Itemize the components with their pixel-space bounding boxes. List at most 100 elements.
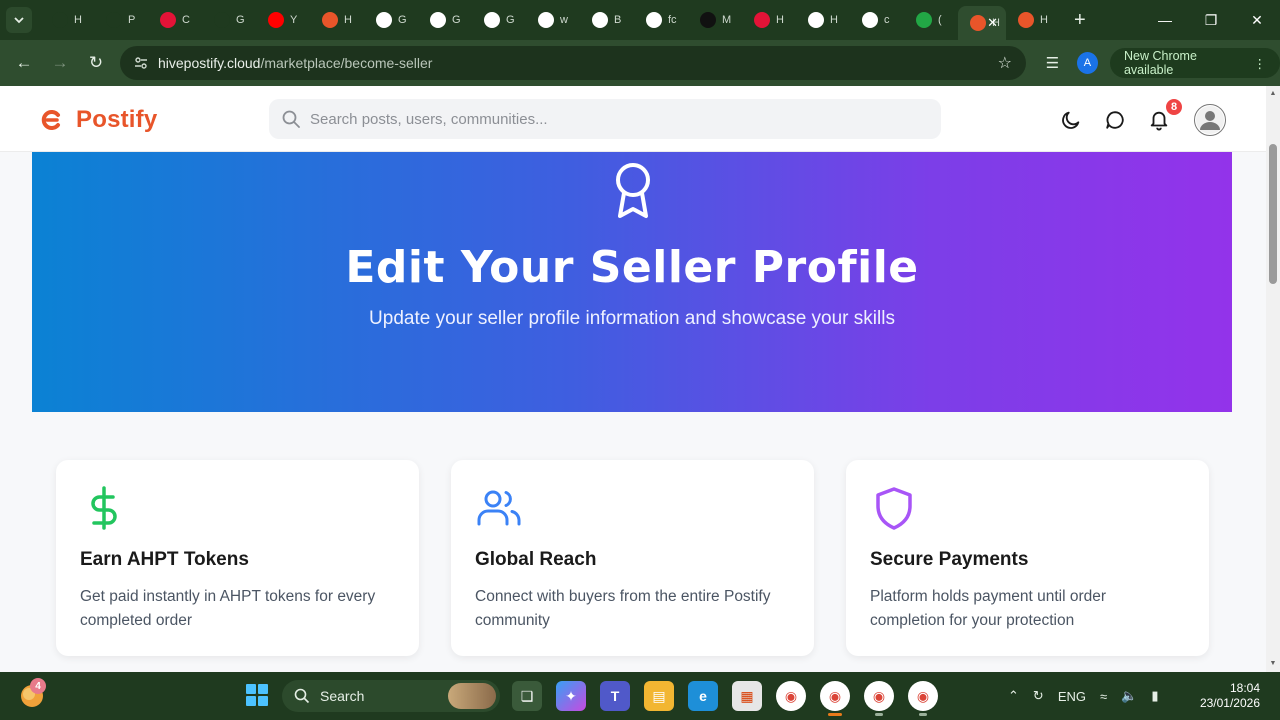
browser-tab-active[interactable]: H ✕ xyxy=(958,6,1006,40)
postify-logo-icon xyxy=(41,110,60,130)
task-view-icon[interactable]: ❏ xyxy=(512,681,542,711)
feature-title: Earn AHPT Tokens xyxy=(80,549,249,570)
forward-button[interactable]: → xyxy=(42,45,78,81)
teams-icon[interactable]: T xyxy=(600,681,630,711)
tab-title: B xyxy=(614,14,622,26)
number-badge-icon xyxy=(916,12,932,28)
google-icon xyxy=(430,12,446,28)
browser-tab[interactable]: M xyxy=(688,0,742,40)
windows-taskbar: 4 Search ❏ ✦ T ▤ e ▦ ◉ ◉ ◉ ◉ ⌃ ↻ ENG ≈ 🔈… xyxy=(0,672,1280,720)
browser-tab[interactable]: B xyxy=(580,0,634,40)
browser-tab[interactable]: Y xyxy=(256,0,310,40)
tab-title: H xyxy=(830,14,838,26)
volume-icon[interactable]: 🔈 xyxy=(1121,688,1137,704)
edge-icon[interactable]: e xyxy=(688,681,718,711)
openai-icon xyxy=(106,12,122,28)
tab-title: G xyxy=(398,14,407,26)
feature-title: Secure Payments xyxy=(870,549,1029,570)
user-avatar[interactable] xyxy=(1194,104,1226,136)
browser-tab[interactable]: G xyxy=(418,0,472,40)
browser-tab[interactable]: w xyxy=(526,0,580,40)
hero-banner: Edit Your Seller Profile Update your sel… xyxy=(32,152,1232,412)
site-search[interactable] xyxy=(269,99,941,139)
google-icon xyxy=(376,12,392,28)
taskbar-search[interactable]: Search xyxy=(282,680,500,712)
back-button[interactable]: ← xyxy=(6,45,42,81)
chevron-down-icon xyxy=(14,17,24,24)
chrome-profile-avatar[interactable]: A xyxy=(1076,52,1098,74)
browser-tab[interactable]: G xyxy=(202,0,256,40)
chrome-profile-b-icon[interactable]: ◉ xyxy=(864,681,894,716)
browser-tab[interactable]: C xyxy=(148,0,202,40)
browser-tab[interactable]: H xyxy=(742,0,796,40)
taskbar-clock[interactable]: 18:04 23/01/2026 xyxy=(1200,681,1260,711)
search-highlight-image xyxy=(448,683,496,709)
maximize-button[interactable]: ❐ xyxy=(1188,0,1234,40)
browser-toolbar: ← → ↻ hivepostify.cloud/marketplace/beco… xyxy=(0,40,1280,86)
browser-tab[interactable]: H xyxy=(1006,0,1060,40)
tab-title: C xyxy=(182,14,190,26)
browser-tab[interactable]: fc xyxy=(634,0,688,40)
reload-button[interactable]: ↻ xyxy=(78,45,114,81)
browser-tab-strip: H P C G Y H G G Gw Bfc M H Hc (H ✕ H + — ❐ ✕ xyxy=(0,0,1280,40)
new-tab-button[interactable]: + xyxy=(1074,9,1086,32)
tab-title: H xyxy=(1040,14,1048,26)
scroll-up-arrow[interactable]: ▲ xyxy=(1269,90,1277,98)
close-tab-icon[interactable]: ✕ xyxy=(987,15,998,31)
copilot-icon[interactable]: ✦ xyxy=(556,681,586,711)
site-info-icon[interactable] xyxy=(128,50,154,76)
hive-icon xyxy=(160,12,176,28)
award-ribbon-icon xyxy=(616,163,650,218)
tab-title: w xyxy=(560,14,568,26)
messages-button[interactable] xyxy=(1102,107,1128,133)
search-icon xyxy=(294,688,310,704)
tab-search-button[interactable] xyxy=(6,7,32,33)
feature-description: Connect with buyers from the entire Post… xyxy=(475,588,771,629)
media-queue-icon[interactable]: ☰ xyxy=(1040,54,1065,72)
chrome-icon[interactable]: ◉ xyxy=(776,681,806,711)
start-button[interactable] xyxy=(246,684,268,706)
wifi-icon[interactable]: ≈ xyxy=(1100,689,1107,704)
notifications-button[interactable]: 8 xyxy=(1146,97,1184,133)
browser-tab[interactable]: c xyxy=(850,0,904,40)
bookmark-star-icon[interactable]: ☆ xyxy=(998,53,1012,73)
notification-count-badge: 8 xyxy=(1164,97,1184,117)
tab-title: fc xyxy=(668,14,677,26)
language-indicator[interactable]: ENG xyxy=(1058,689,1086,704)
tab-list: H P C G Y H G G Gw Bfc M H Hc (H ✕ H xyxy=(40,0,1060,40)
close-window-button[interactable]: ✕ xyxy=(1234,0,1280,40)
show-hidden-icons[interactable]: ⌃ xyxy=(1008,688,1019,704)
browser-tab[interactable]: ( xyxy=(904,0,958,40)
sync-icon[interactable]: ↻ xyxy=(1033,688,1044,704)
tab-title: ( xyxy=(938,14,942,26)
new-chrome-available-button[interactable]: New Chrome available ⋮ xyxy=(1109,48,1280,78)
browser-tab[interactable]: P xyxy=(94,0,148,40)
browser-tab[interactable]: H xyxy=(40,0,94,40)
web-page: Postify 8 Edit Your Sell xyxy=(0,86,1266,672)
minimize-button[interactable]: — xyxy=(1142,0,1188,40)
battery-icon[interactable]: ▮ xyxy=(1151,688,1158,704)
chrome-profile-a-icon[interactable]: ◉ xyxy=(820,681,850,716)
widget-badge: 4 xyxy=(30,678,46,694)
browser-tab[interactable]: H xyxy=(310,0,364,40)
more-options-icon: ⋮ xyxy=(1253,56,1267,71)
file-explorer-icon[interactable]: ▤ xyxy=(644,681,674,711)
page-scrollbar[interactable]: ▲ ▼ xyxy=(1266,86,1280,672)
user-icon xyxy=(1196,106,1224,134)
browser-tab[interactable]: H xyxy=(796,0,850,40)
chrome-profile-c-icon[interactable]: ◉ xyxy=(908,681,938,716)
dark-mode-toggle[interactable] xyxy=(1058,107,1084,133)
scroll-thumb[interactable] xyxy=(1269,144,1277,284)
search-input[interactable] xyxy=(310,110,910,128)
scroll-down-arrow[interactable]: ▼ xyxy=(1269,660,1277,668)
store-icon[interactable]: ▦ xyxy=(732,681,762,711)
tab-title: G xyxy=(452,14,461,26)
address-bar[interactable]: hivepostify.cloud/marketplace/become-sel… xyxy=(120,46,1026,80)
feature-cards: Earn AHPT Tokens Get paid instantly in A… xyxy=(56,460,1210,656)
browser-tab[interactable]: G xyxy=(472,0,526,40)
browser-tab[interactable]: G xyxy=(364,0,418,40)
youtube-icon xyxy=(268,12,284,28)
moon-icon xyxy=(1062,111,1080,129)
site-logo[interactable]: Postify xyxy=(40,106,157,134)
feature-card-earn: Earn AHPT Tokens Get paid instantly in A… xyxy=(56,460,419,656)
